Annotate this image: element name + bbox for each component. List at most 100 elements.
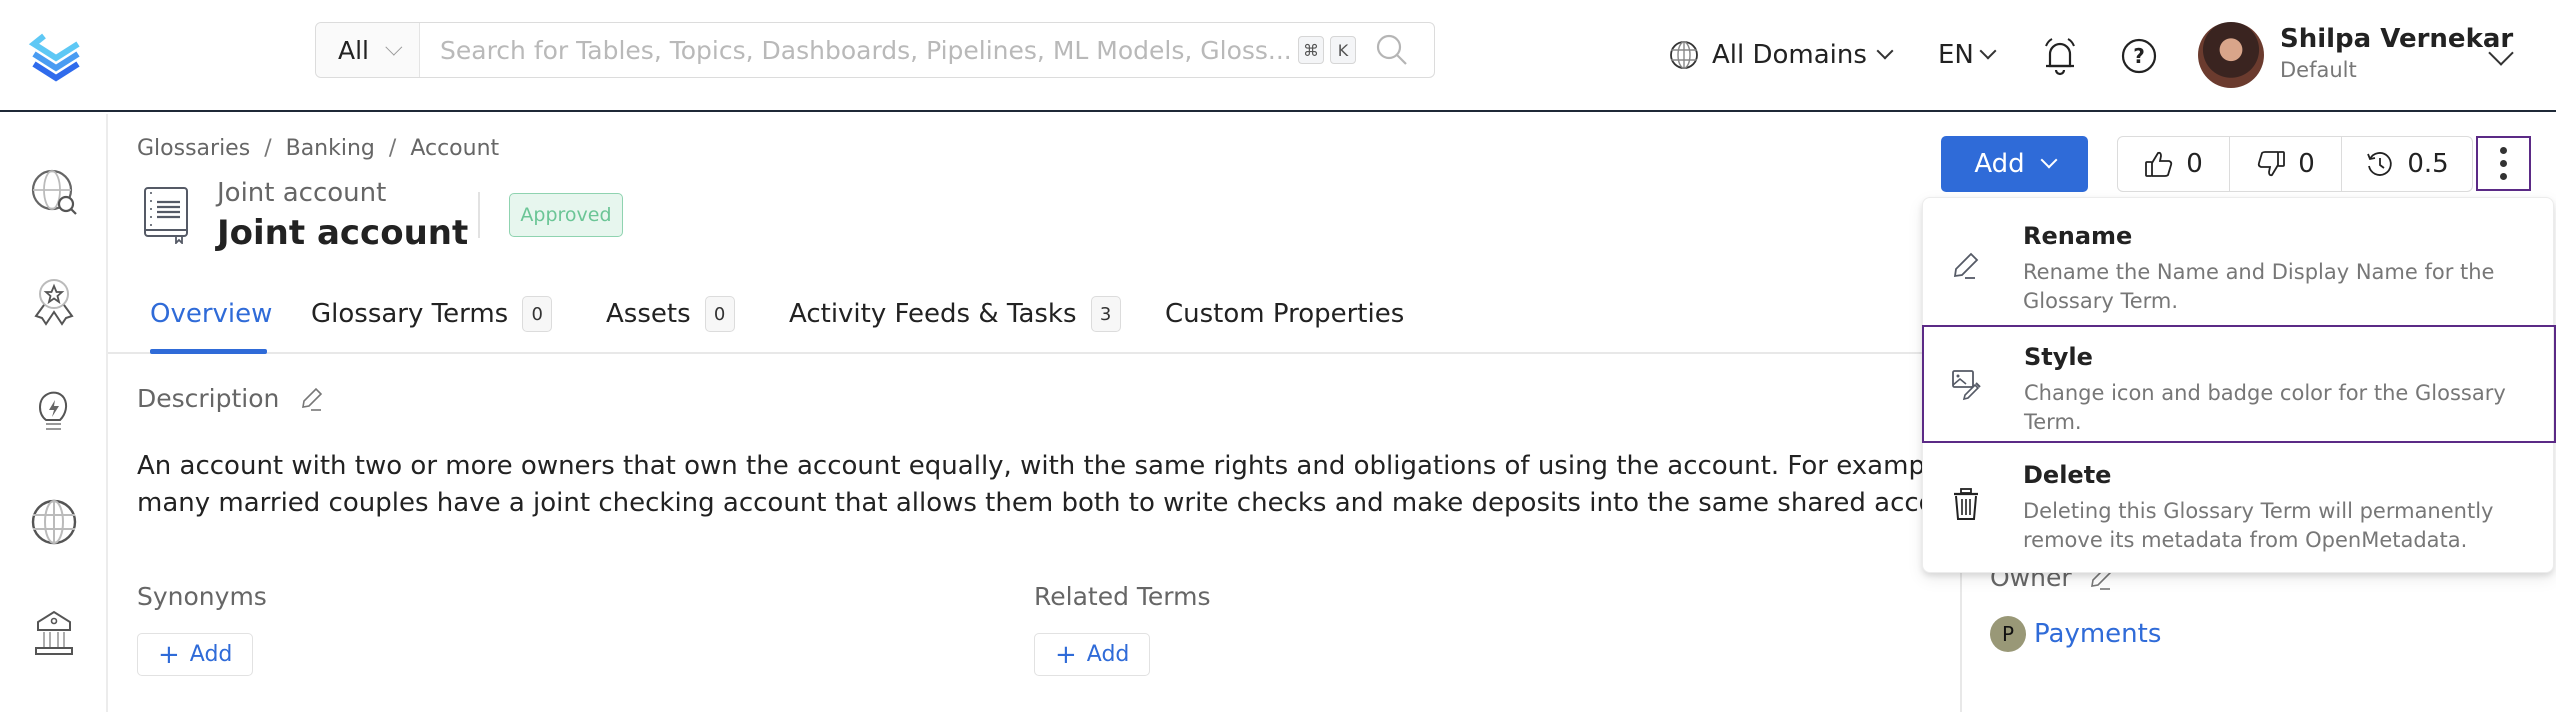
user-avatar[interactable]	[2198, 22, 2264, 88]
thumbs-down-icon	[2258, 151, 2286, 177]
plus-icon: +	[158, 639, 180, 670]
quality-badge-icon[interactable]	[28, 276, 80, 328]
history-clock-icon	[2367, 152, 2393, 176]
kebab-dot	[2500, 160, 2507, 167]
manage-dropdown-menu: Rename Rename the Name and Display Name …	[1922, 197, 2556, 573]
kebab-dot	[2500, 147, 2507, 154]
domain-selector[interactable]: All Domains	[1668, 30, 1894, 80]
style-image-picker-icon	[1952, 370, 1981, 401]
downvote-count: 0	[2298, 149, 2315, 179]
breadcrumb-separator: /	[388, 136, 397, 161]
owner-link[interactable]: Payments	[2034, 619, 2161, 649]
tab-label: Custom Properties	[1165, 299, 1405, 329]
breadcrumb-separator: /	[264, 136, 272, 161]
entity-name: Joint account	[217, 213, 469, 253]
description-text: An account with two or more owners that …	[137, 448, 1937, 522]
domain-selector-label: All Domains	[1712, 40, 1867, 70]
downvote-button[interactable]: 0	[2230, 137, 2342, 191]
chevron-down-icon	[385, 38, 403, 56]
global-search: All ⌘ K	[315, 22, 1435, 78]
delete-trash-icon	[1954, 488, 1978, 520]
notification-bell-icon[interactable]	[2040, 36, 2080, 78]
top-navbar: All ⌘ K All Domains EN ?	[0, 0, 2556, 112]
entity-tabs: Overview Glossary Terms 0 Assets 0 Activ…	[108, 280, 1960, 354]
edit-description-pencil-icon[interactable]	[297, 385, 325, 413]
owner-entry: P Payments	[1990, 616, 2161, 652]
add-button-label: Add	[1086, 642, 1130, 667]
menu-item-description: Deleting this Glossary Term will permane…	[2023, 499, 2494, 552]
tab-count: 0	[522, 296, 553, 332]
search-scope-dropdown[interactable]: All	[316, 23, 420, 77]
tab-label: Glossary Terms	[311, 299, 509, 329]
search-input[interactable]	[420, 35, 1298, 65]
kebab-dot	[2500, 173, 2507, 180]
more-options-button[interactable]	[2476, 136, 2531, 191]
breadcrumb-item-account[interactable]: Account	[410, 136, 499, 161]
chevron-down-icon	[1979, 42, 1997, 60]
menu-item-title: Rename	[2023, 222, 2133, 250]
tab-glossary-terms[interactable]: Glossary Terms 0	[311, 294, 553, 334]
add-button-label: Add	[1974, 149, 2025, 179]
tab-activity-feeds-tasks[interactable]: Activity Feeds & Tasks 3	[789, 294, 1121, 334]
help-icon[interactable]: ?	[2120, 37, 2158, 75]
tab-label: Assets	[606, 299, 691, 329]
left-sidebar	[0, 114, 108, 712]
version-number: 0.5	[2407, 149, 2449, 179]
title-divider	[478, 192, 480, 238]
add-related-term-button[interactable]: + Add	[1034, 633, 1151, 676]
language-label: EN	[1938, 40, 1974, 70]
plus-icon: +	[1055, 639, 1077, 670]
k-key-hint: K	[1330, 36, 1356, 64]
menu-item-rename[interactable]: Rename Rename the Name and Display Name …	[1923, 206, 2555, 324]
openmetadata-logo-icon[interactable]	[28, 30, 84, 82]
search-scope-label: All	[338, 35, 369, 65]
add-dropdown-button[interactable]: Add	[1941, 136, 2088, 192]
entity-display-name: Joint account	[217, 178, 387, 208]
breadcrumb: Glossaries / Banking / Account	[137, 136, 499, 161]
chevron-down-icon	[1876, 42, 1894, 60]
menu-item-description: Rename the Name and Display Name for the…	[2023, 260, 2495, 313]
version-history-button[interactable]: 0.5	[2342, 137, 2472, 191]
cmd-key-hint: ⌘	[1298, 36, 1324, 64]
tab-label: Activity Feeds & Tasks	[789, 299, 1077, 329]
upvote-button[interactable]: 0	[2118, 137, 2230, 191]
chevron-down-icon	[2040, 151, 2058, 169]
description-label: Description	[137, 384, 280, 413]
status-badge: Approved	[509, 193, 623, 237]
add-button-label: Add	[189, 642, 233, 667]
synonyms-label: Synonyms	[137, 582, 267, 611]
description-line: many married couples have a joint checki…	[137, 488, 1937, 518]
menu-item-title: Delete	[2023, 461, 2112, 489]
rename-pencil-icon	[1953, 252, 1979, 279]
thumbs-up-icon	[2145, 151, 2173, 177]
breadcrumb-item-glossaries[interactable]: Glossaries	[137, 136, 250, 161]
related-terms-label: Related Terms	[1034, 582, 1211, 611]
vote-version-group: 0 0 0.5	[2117, 136, 2473, 192]
insights-bulb-icon[interactable]	[28, 386, 80, 438]
search-icon[interactable]	[1372, 30, 1412, 70]
user-role: Default	[2280, 58, 2357, 82]
breadcrumb-item-banking[interactable]: Banking	[286, 136, 375, 161]
upvote-count: 0	[2186, 149, 2203, 179]
active-tab-indicator	[150, 349, 267, 354]
language-selector[interactable]: EN	[1938, 30, 1997, 80]
explore-icon[interactable]	[28, 166, 80, 218]
menu-item-style[interactable]: Style Change icon and badge color for th…	[1922, 325, 2556, 443]
tab-assets[interactable]: Assets 0	[606, 294, 735, 334]
menu-item-delete[interactable]: Delete Deleting this Glossary Term will …	[1923, 445, 2555, 563]
tab-label: Overview	[150, 299, 273, 329]
tab-custom-properties[interactable]: Custom Properties	[1165, 294, 1404, 334]
domains-globe-icon[interactable]	[28, 496, 80, 548]
description-section-header: Description	[137, 384, 325, 413]
owner-avatar: P	[1990, 616, 2026, 652]
glossary-term-book-icon	[144, 187, 188, 244]
svg-text:?: ?	[2133, 44, 2145, 68]
globe-icon	[1670, 41, 1698, 69]
add-synonym-button[interactable]: + Add	[137, 633, 254, 676]
tab-overview[interactable]: Overview	[150, 294, 272, 334]
governance-bank-icon[interactable]	[28, 608, 80, 660]
description-line: An account with two or more owners that …	[137, 451, 1937, 481]
user-name[interactable]: Shilpa Vernekar	[2280, 24, 2513, 54]
menu-item-title: Style	[2024, 343, 2093, 371]
tab-count: 0	[704, 296, 735, 332]
